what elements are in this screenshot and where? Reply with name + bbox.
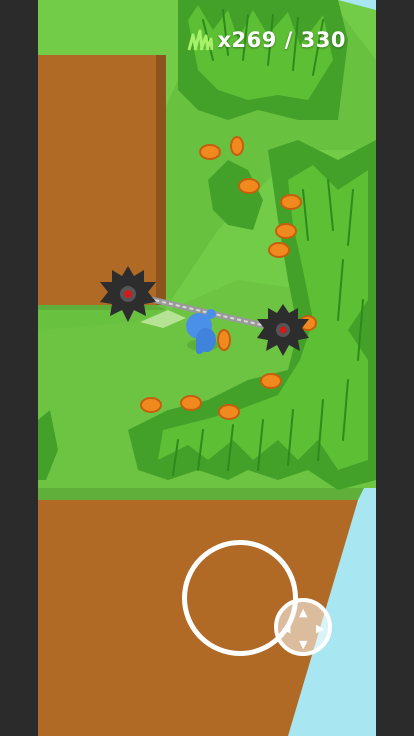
coin (180, 395, 202, 411)
coin (230, 136, 244, 156)
coin (260, 373, 282, 389)
joystick-knob[interactable]: ▲ ▼ ◀ ▶ (274, 598, 332, 656)
coin (218, 404, 240, 420)
lawn-edge (38, 488, 364, 500)
coin (280, 194, 302, 210)
move-arrows-icon: ▲ (299, 606, 308, 619)
coin (268, 242, 290, 258)
coin (199, 144, 221, 160)
game-scene[interactable]: x269 / 330 ▲ ▼ ◀ ▶ (38, 0, 376, 736)
coin (238, 178, 260, 194)
arrow-right-icon: ▶ (316, 622, 325, 635)
grass-counter-text: x269 / 330 (217, 28, 346, 52)
dirt-pit (38, 55, 166, 305)
coin (217, 329, 231, 351)
right-letterbox (376, 0, 414, 736)
coin (275, 223, 297, 239)
coin (140, 397, 162, 413)
arrow-left-icon: ◀ (282, 622, 291, 635)
arrow-down-icon: ▼ (299, 638, 308, 651)
left-letterbox (0, 0, 38, 736)
grass-icon (188, 29, 214, 51)
game-screen[interactable]: x269 / 330 ▲ ▼ ◀ ▶ (0, 0, 414, 736)
grass-counter: x269 / 330 (187, 28, 346, 52)
